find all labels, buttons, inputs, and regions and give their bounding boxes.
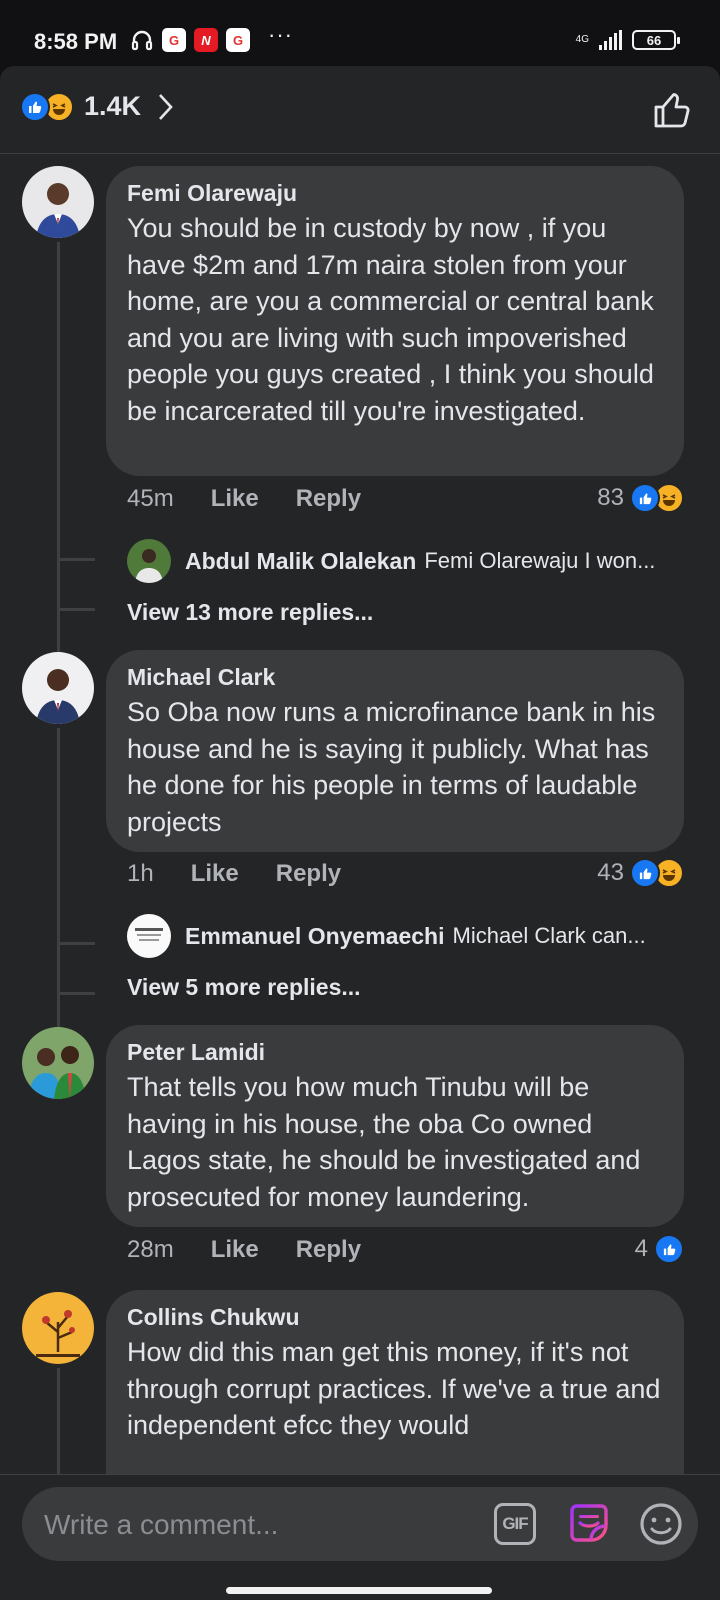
gif-button[interactable]: GIF xyxy=(494,1503,536,1545)
comment-bubble[interactable]: Femi Olarewaju You should be in custody … xyxy=(106,166,684,476)
comment-composer-bar: Write a comment... GIF xyxy=(0,1474,720,1600)
comment-reactions[interactable]: 83 xyxy=(597,483,684,513)
reaction-count: 83 xyxy=(597,484,624,511)
reactions-header: 1.4K xyxy=(0,66,720,154)
news-icon: N xyxy=(194,28,218,52)
comment-author[interactable]: Femi Olarewaju xyxy=(127,180,662,206)
like-outline-icon[interactable] xyxy=(652,90,692,130)
reply-text: Femi Olarewaju I won... xyxy=(424,548,656,573)
reaction-count: 43 xyxy=(597,859,624,886)
app-icon: G xyxy=(226,28,250,52)
battery-level: 66 xyxy=(646,32,662,48)
comments-sheet: 1.4K Femi Olarewaju You should be in cus… xyxy=(0,66,720,1600)
reply-button[interactable]: Reply xyxy=(296,1236,361,1264)
comment-time: 28m xyxy=(127,1236,174,1263)
comment-bubble[interactable]: Peter Lamidi That tells you how much Tin… xyxy=(106,1025,684,1227)
thread-branch xyxy=(57,992,95,995)
like-button[interactable]: Like xyxy=(211,1236,259,1264)
reaction-count: 4 xyxy=(634,1235,648,1262)
like-reaction-icon xyxy=(20,91,50,122)
avatar[interactable] xyxy=(22,1027,94,1099)
like-button[interactable]: Like xyxy=(211,485,259,513)
avatar[interactable] xyxy=(22,1292,94,1364)
like-reaction-icon xyxy=(630,483,660,513)
avatar[interactable] xyxy=(22,166,94,238)
comment-text: How did this man get this money, if it's… xyxy=(127,1337,661,1440)
headphones-icon xyxy=(131,30,153,51)
comment-time: 1h xyxy=(127,860,154,887)
status-bar: 8:58 PM G N G ··· 4G 66 xyxy=(0,0,720,66)
reply-button[interactable]: Reply xyxy=(276,860,341,888)
signal-icon xyxy=(599,30,622,50)
thread-branch xyxy=(57,942,95,945)
comment-actions: 1h Like Reply xyxy=(127,860,341,888)
comment-reactions[interactable]: 4 xyxy=(635,1234,684,1264)
notification-icons: G N G xyxy=(130,28,250,52)
sticker-icon[interactable] xyxy=(566,1501,612,1547)
reply-author: Abdul Malik Olalekan xyxy=(185,547,417,574)
comment-actions: 28m Like Reply xyxy=(127,1236,361,1264)
reply-button[interactable]: Reply xyxy=(296,485,361,513)
comment-bubble[interactable]: Michael Clark So Oba now runs a microfin… xyxy=(106,650,684,852)
app-icon: G xyxy=(162,28,186,52)
reply-text: Michael Clark can... xyxy=(452,923,646,948)
like-reaction-icon xyxy=(654,1234,684,1264)
view-more-replies[interactable]: View 5 more replies... xyxy=(127,974,361,1001)
reactions-summary[interactable]: 1.4K xyxy=(20,91,175,122)
reply-preview[interactable]: Abdul Malik Olalekan Femi Olarewaju I wo… xyxy=(127,539,687,583)
comment-reactions[interactable]: 43 xyxy=(597,858,684,888)
emoji-icon[interactable] xyxy=(638,1501,684,1547)
more-notifications-icon: ··· xyxy=(268,22,293,47)
avatar[interactable] xyxy=(22,652,94,724)
like-button[interactable]: Like xyxy=(191,860,239,888)
comment-input-placeholder: Write a comment... xyxy=(44,1509,279,1540)
like-reaction-icon xyxy=(630,858,660,888)
chevron-right-icon xyxy=(159,93,173,120)
network-type: 4G xyxy=(575,34,589,45)
status-time: 8:58 PM xyxy=(34,29,118,54)
battery-icon: 66 xyxy=(632,30,680,50)
reply-avatar xyxy=(127,914,171,958)
reply-preview[interactable]: Emmanuel Onyemaechi Michael Clark can... xyxy=(127,914,687,958)
comment-time: 45m xyxy=(127,485,174,512)
comment-author[interactable]: Michael Clark xyxy=(127,664,662,690)
view-more-replies[interactable]: View 13 more replies... xyxy=(127,599,373,626)
comment-actions: 45m Like Reply xyxy=(127,485,361,513)
reply-avatar xyxy=(127,539,171,583)
reactions-count: 1.4K xyxy=(84,91,142,121)
thread-line xyxy=(57,1368,60,1478)
comment-author[interactable]: Collins Chukwu xyxy=(127,1304,662,1330)
comment-author[interactable]: Peter Lamidi xyxy=(127,1039,662,1065)
comment-text: You should be in custody by now , if you… xyxy=(127,213,654,426)
system-indicators: 4G 66 xyxy=(575,30,680,50)
thread-branch xyxy=(57,608,95,611)
comment-input[interactable]: Write a comment... GIF xyxy=(22,1487,698,1561)
thread-line xyxy=(57,728,60,1060)
thread-branch xyxy=(57,558,95,561)
reply-author: Emmanuel Onyemaechi xyxy=(185,922,445,949)
comment-text: So Oba now runs a microfinance bank in h… xyxy=(127,697,656,837)
comment-text: That tells you how much Tinubu will be h… xyxy=(127,1072,641,1212)
home-indicator[interactable] xyxy=(226,1587,492,1594)
